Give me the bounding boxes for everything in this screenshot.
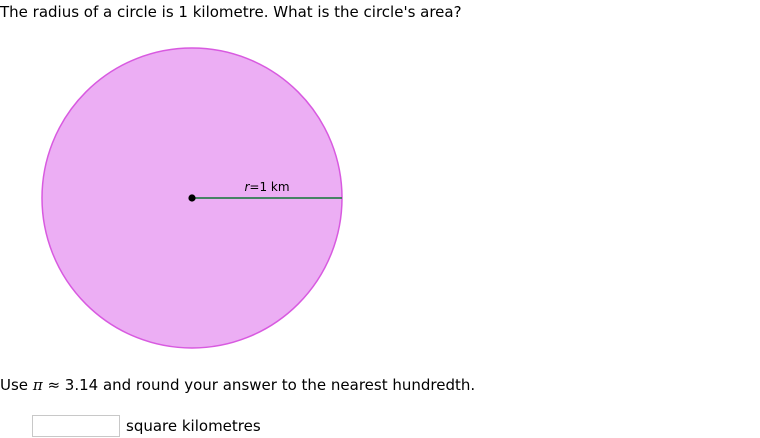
center-point — [188, 194, 196, 202]
instruction-suffix: ≈ 3.14 and round your answer to the near… — [42, 376, 476, 394]
question-text: The radius of a circle is 1 kilometre. W… — [0, 3, 462, 21]
radius-value: =1 km — [249, 180, 289, 194]
answer-row: square kilometres — [32, 414, 261, 438]
answer-input[interactable] — [32, 415, 120, 437]
radius-label: r=1 km — [244, 180, 289, 194]
instruction-text: Use π ≈ 3.14 and round your answer to th… — [0, 376, 475, 394]
answer-unit: square kilometres — [126, 417, 261, 435]
pi-symbol: π — [32, 376, 43, 394]
circle-figure: r=1 km — [41, 47, 343, 349]
instruction-prefix: Use — [0, 376, 29, 394]
